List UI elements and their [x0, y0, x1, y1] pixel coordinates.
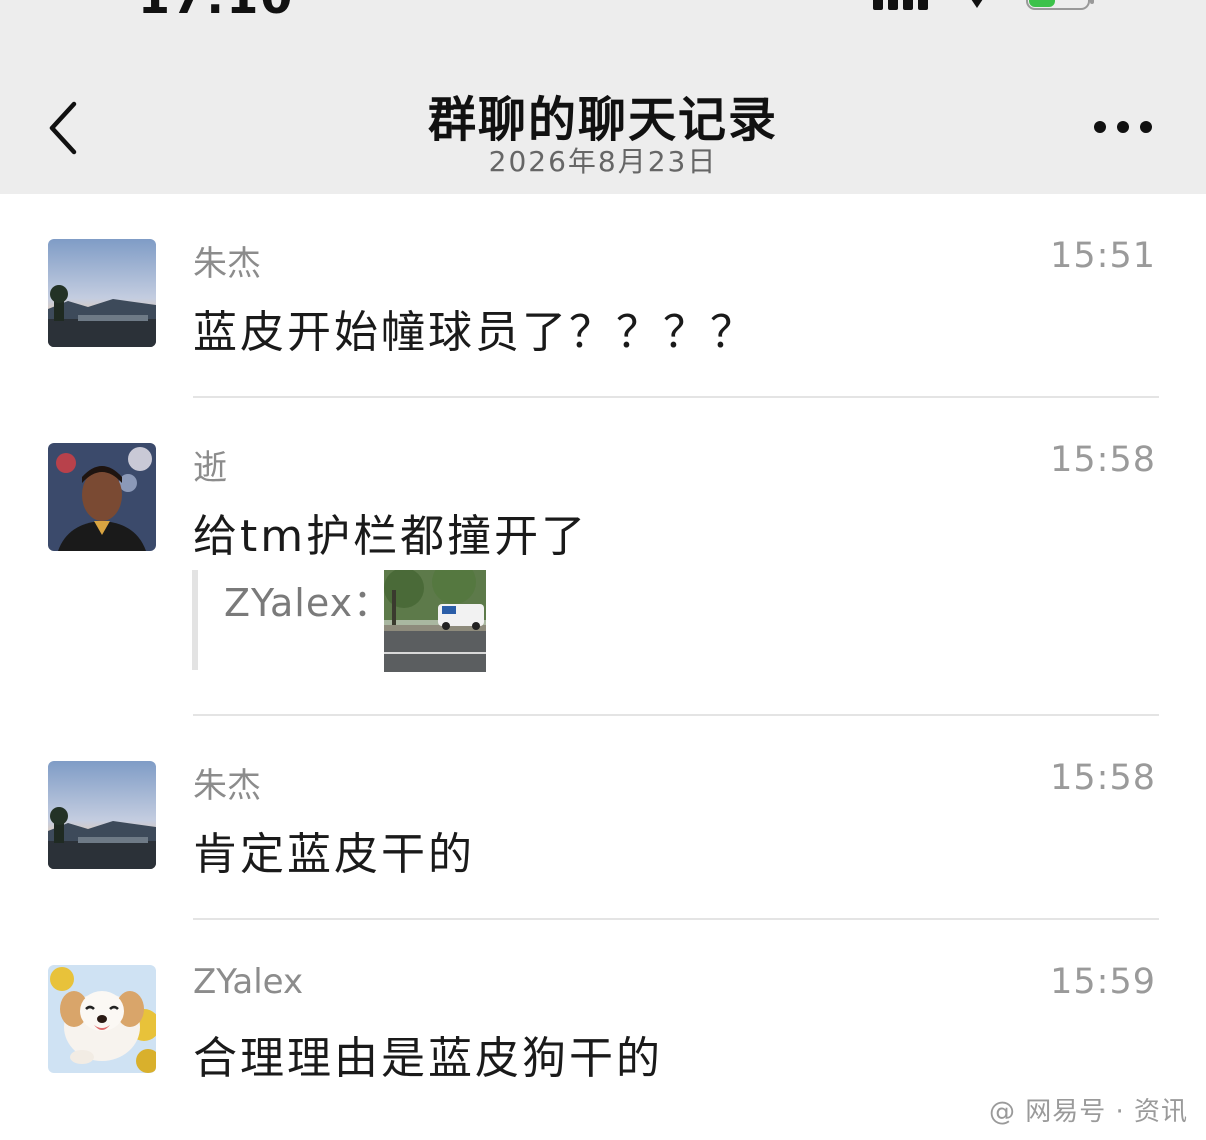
message-text: 合理理由是蓝皮狗干的 [193, 1033, 663, 1084]
landscape-sunset-avatar-icon [48, 761, 156, 869]
sender-name: 朱杰 [193, 766, 261, 806]
divider [193, 714, 1159, 716]
status-icons [873, 0, 1096, 10]
sender-name: ZYalex [193, 962, 304, 1002]
message-text: 肯定蓝皮干的 [193, 829, 475, 880]
avatar[interactable] [48, 761, 156, 869]
street-police-car-photo-icon [384, 570, 486, 672]
message-text: 蓝皮开始幢球员了？？？？ [193, 307, 757, 358]
page-subtitle-date: 2026年8月23日 [488, 145, 718, 178]
divider [193, 918, 1159, 920]
quoted-photo[interactable] [384, 570, 486, 672]
landscape-sunset-avatar-icon [48, 239, 156, 347]
puppy-avatar-icon [48, 965, 156, 1073]
message-time: 15:51 [1050, 236, 1156, 276]
football-player-avatar-icon [48, 443, 156, 551]
message-time: 15:58 [1050, 440, 1156, 480]
wifi-icon [971, 0, 983, 8]
signal-icon [873, 0, 928, 10]
message-time: 15:58 [1050, 758, 1156, 798]
divider [193, 396, 1159, 398]
sender-name: 朱杰 [193, 244, 261, 284]
more-button[interactable] [1090, 110, 1156, 144]
status-time: 17:10 [138, 0, 294, 24]
message-time: 15:59 [1050, 962, 1156, 1002]
more-horizontal-icon [1094, 121, 1152, 133]
avatar[interactable] [48, 443, 156, 551]
watermark: @ 网易号 · 资讯 [988, 1097, 1188, 1127]
message-text: 给tm护栏都撞开了 [193, 511, 589, 562]
quote-sender-label: ZYalex： [224, 581, 393, 625]
avatar[interactable] [48, 965, 156, 1073]
battery-icon [1026, 0, 1094, 10]
avatar[interactable] [48, 239, 156, 347]
sender-name: 逝 [193, 448, 227, 488]
top-bar: 17:10 群聊的聊天记录 2026年8月23日 [0, 0, 1206, 194]
quoted-message[interactable]: ZYalex： [192, 570, 518, 672]
